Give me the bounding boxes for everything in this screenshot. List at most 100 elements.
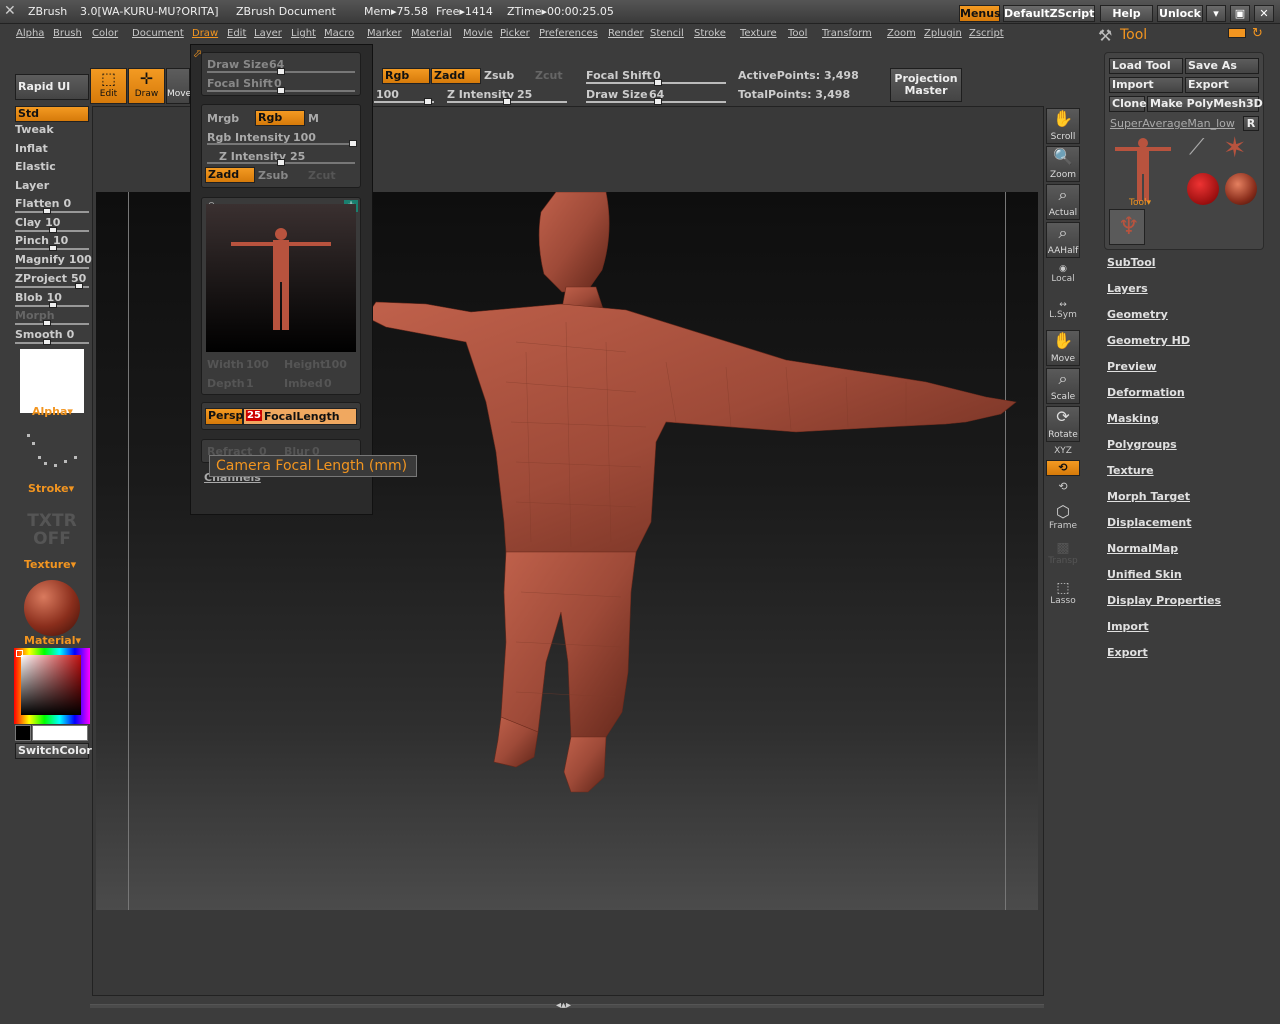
tool-r-button[interactable]: R <box>1243 116 1259 131</box>
help-button[interactable]: Help <box>1100 5 1153 22</box>
menu-document[interactable]: Document <box>132 28 184 39</box>
slider-morph[interactable]: Morph <box>15 309 89 326</box>
alpha-menu[interactable]: Alpha▾ <box>32 405 73 418</box>
expand-arrows-icon[interactable]: ◂▴▸ <box>556 1000 571 1011</box>
tool-link-deformation[interactable]: Deformation <box>1107 386 1185 399</box>
tool-link-layers[interactable]: Layers <box>1107 282 1148 295</box>
scale-button[interactable]: ⌕ Scale <box>1046 368 1080 404</box>
unlock-button[interactable]: Unlock <box>1157 5 1203 22</box>
dd-m-button[interactable]: M <box>308 112 319 125</box>
tool-thumbnail-man-icon[interactable] <box>1115 135 1171 205</box>
transp-button[interactable]: ▩ Transp <box>1046 540 1080 570</box>
tool-link-unified-skin[interactable]: Unified Skin <box>1107 568 1182 581</box>
restore-icon[interactable]: ▣ <box>1230 5 1250 22</box>
slider-knob[interactable] <box>49 227 57 233</box>
human-model-mesh[interactable] <box>366 192 1026 802</box>
tool-link-normalmap[interactable]: NormalMap <box>1107 542 1178 555</box>
star-tool-icon[interactable]: ✶ <box>1223 133 1246 163</box>
default-zscript-button[interactable]: DefaultZScript <box>1003 5 1095 22</box>
brush-std[interactable]: Std <box>15 106 89 122</box>
primary-color-swatch[interactable] <box>32 725 88 741</box>
slider-knob[interactable] <box>49 302 57 308</box>
brush-layer[interactable]: Layer <box>15 179 89 192</box>
menu-marker[interactable]: Marker <box>367 28 402 39</box>
rotate-z-button[interactable]: ⟲ <box>1046 480 1080 496</box>
dd-rgb-intensity-slider[interactable] <box>207 140 357 147</box>
tool-link-preview[interactable]: Preview <box>1107 360 1157 373</box>
material-sphere-tool-icon[interactable] <box>1225 173 1257 205</box>
import-button[interactable]: Import <box>1109 77 1183 93</box>
actual-button[interactable]: ⌕ Actual <box>1046 184 1080 220</box>
menu-draw[interactable]: Draw <box>192 28 218 39</box>
slider-zproject[interactable]: ZProject 50 <box>15 272 89 289</box>
menu-render[interactable]: Render <box>608 28 644 39</box>
slider-pinch[interactable]: Pinch 10 <box>15 234 89 251</box>
focal-shift-slider[interactable] <box>586 79 726 86</box>
brush-elastic[interactable]: Elastic <box>15 160 89 173</box>
color-square[interactable] <box>21 655 81 715</box>
menu-layer[interactable]: Layer <box>254 28 282 39</box>
scroll-button[interactable]: ✋ Scroll <box>1046 108 1080 144</box>
aahalf-button[interactable]: ⌕ AAHalf <box>1046 222 1080 258</box>
slider-blob[interactable]: Blob 10 <box>15 291 89 308</box>
move-button[interactable]: Move <box>166 68 191 104</box>
rgb-intensity-slider-top[interactable] <box>374 98 434 105</box>
brush-inflat[interactable]: Inflat <box>15 142 89 155</box>
dd-zsub-button[interactable]: Zsub <box>258 169 288 182</box>
move-view-button[interactable]: ✋ Move <box>1046 330 1080 366</box>
tool-link-geometry[interactable]: Geometry <box>1107 308 1168 321</box>
frame-button[interactable]: ⬡ Frame <box>1046 502 1080 532</box>
draw-button[interactable]: ✛ Draw <box>128 68 165 104</box>
local-button[interactable]: ◉ Local <box>1046 264 1080 290</box>
tool-link-texture[interactable]: Texture <box>1107 464 1154 477</box>
menu-alpha[interactable]: Alpha <box>16 28 44 39</box>
rotate-button[interactable]: ⟳ Rotate <box>1046 406 1080 442</box>
palette-dock-icon[interactable] <box>1228 28 1246 38</box>
menus-button[interactable]: Menus <box>959 5 1001 22</box>
texture-off-icon[interactable]: TXTR OFF <box>24 512 80 548</box>
switch-color-button[interactable]: SwitchColor <box>15 743 92 759</box>
alpha-preview[interactable] <box>20 349 84 413</box>
sphere-tool-icon[interactable] <box>1187 173 1219 205</box>
tool-link-export[interactable]: Export <box>1107 646 1148 659</box>
menu-color[interactable]: Color <box>92 28 118 39</box>
z-intensity-slider-top[interactable] <box>447 98 567 105</box>
zcut-button[interactable]: Zcut <box>535 69 563 82</box>
texture-menu[interactable]: Texture▾ <box>24 558 76 571</box>
focal-length-slider[interactable]: 25 FocalLength <box>243 408 357 425</box>
menu-macro[interactable]: Macro <box>324 28 354 39</box>
slider-knob[interactable] <box>75 283 83 289</box>
brush-tweak[interactable]: Tweak <box>15 123 89 136</box>
menu-movie[interactable]: Movie <box>463 28 493 39</box>
close-icon[interactable]: ✕ <box>1254 5 1274 22</box>
zsub-button[interactable]: Zsub <box>484 69 514 82</box>
stroke-dots-icon[interactable] <box>24 432 80 472</box>
projection-master-button[interactable]: Projection Master <box>890 68 962 102</box>
tool-link-geometry-hd[interactable]: Geometry HD <box>1107 334 1190 347</box>
menu-stroke[interactable]: Stroke <box>694 28 726 39</box>
palette-refresh-icon[interactable]: ↻ <box>1252 26 1263 41</box>
slider-knob[interactable] <box>49 245 57 251</box>
rgb-button[interactable]: Rgb <box>382 68 430 84</box>
export-button[interactable]: Export <box>1185 77 1259 93</box>
draw-size-slider[interactable] <box>586 98 726 105</box>
dd-draw-size-slider[interactable] <box>207 68 355 75</box>
preview-window[interactable] <box>206 204 356 352</box>
stroke-menu[interactable]: Stroke▾ <box>28 482 74 495</box>
dd-z-intensity-slider[interactable] <box>207 159 355 166</box>
tool-link-polygroups[interactable]: Polygroups <box>1107 438 1177 451</box>
dd-focal-shift-slider[interactable] <box>207 87 355 94</box>
minimize-icon[interactable]: ▾ <box>1206 5 1226 22</box>
edit-button[interactable]: ⬚ Edit <box>90 68 127 104</box>
rotate-y-button[interactable]: ⟲ <box>1046 460 1080 476</box>
menu-zscript[interactable]: Zscript <box>969 28 1004 39</box>
recent-tool-thumb[interactable]: ♆ <box>1109 209 1145 245</box>
dd-zadd-button[interactable]: Zadd <box>205 167 255 183</box>
material-menu[interactable]: Material▾ <box>24 634 81 647</box>
slider-magnify[interactable]: Magnify 100 <box>15 253 115 270</box>
zoom-button[interactable]: 🔍 Zoom <box>1046 146 1080 182</box>
tool-link-display-properties[interactable]: Display Properties <box>1107 594 1221 607</box>
menu-light[interactable]: Light <box>291 28 316 39</box>
color-picker[interactable] <box>14 648 90 724</box>
menu-preferences[interactable]: Preferences <box>539 28 598 39</box>
